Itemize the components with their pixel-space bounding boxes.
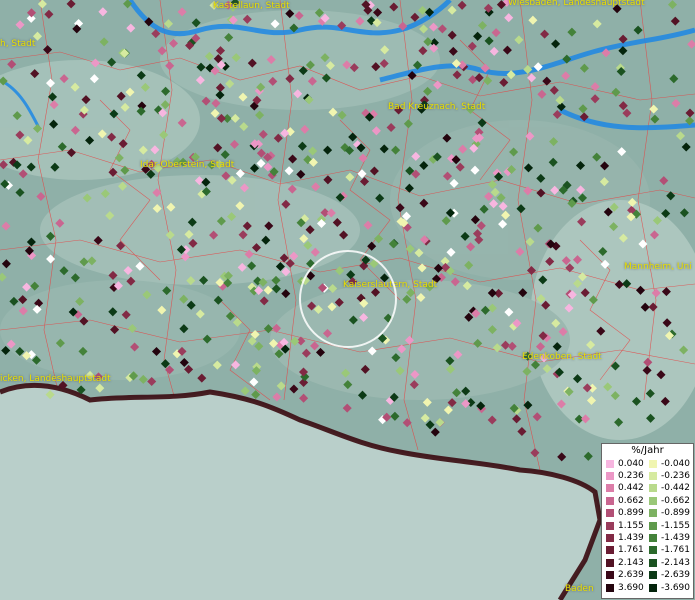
legend-swatch <box>606 533 614 542</box>
legend-swatch <box>649 533 657 542</box>
legend-label: -1.439 <box>661 532 691 543</box>
legend-swatch <box>649 484 657 493</box>
legend-entry: -0.442 <box>649 483 690 494</box>
legend-swatch <box>649 521 657 530</box>
legend-swatch <box>649 459 657 468</box>
city-label-mainz[interactable]: h, Stadt <box>0 39 35 49</box>
city-label-saarbruecken[interactable]: icken, Landeshauptstadt <box>0 374 111 384</box>
legend-label: -0.442 <box>661 483 691 494</box>
legend-swatch <box>649 496 657 505</box>
legend-label: 0.040 <box>618 458 644 469</box>
legend-swatch <box>649 583 657 592</box>
legend-label: -0.662 <box>661 495 691 506</box>
legend-label: -2.639 <box>661 570 691 581</box>
legend-label: 0.899 <box>618 508 644 519</box>
legend-entry: 1.439 <box>606 532 644 543</box>
legend-entry: 0.040 <box>606 458 644 469</box>
legend-label: 2.639 <box>618 570 644 581</box>
city-label-idar-oberstein[interactable]: Idar-Oberstein, Stadt <box>140 160 234 170</box>
legend-label: 0.236 <box>618 470 644 481</box>
legend-swatch <box>606 484 614 493</box>
legend-entry: 0.236 <box>606 470 644 481</box>
legend-swatch <box>649 471 657 480</box>
legend-entry: 0.899 <box>606 508 644 519</box>
legend-label: -0.236 <box>661 470 691 481</box>
legend-title: %/Jahr <box>631 445 664 456</box>
city-label-bad-kreuznach[interactable]: Bad Kreuznach, Stadt <box>388 102 485 112</box>
legend-entry: 1.155 <box>606 520 644 531</box>
legend-entry: -0.040 <box>649 458 690 469</box>
legend-swatch <box>606 583 614 592</box>
legend: %/Jahr 0.040 0.236 0.442 0.662 0.899 1.155 1.4… <box>601 443 694 599</box>
legend-swatch <box>606 571 614 580</box>
legend-label: -3.690 <box>661 582 691 593</box>
legend-swatch <box>606 521 614 530</box>
legend-swatch <box>649 546 657 555</box>
legend-entry: -0.662 <box>649 495 690 506</box>
legend-entry: -2.639 <box>649 570 690 581</box>
city-label-edenkoben[interactable]: Edenkoben, Stadt <box>522 352 602 362</box>
legend-entry: -2.143 <box>649 557 690 568</box>
legend-entry: 2.143 <box>606 557 644 568</box>
city-label-baden[interactable]: Baden <box>565 584 594 594</box>
legend-label: 1.761 <box>618 545 644 556</box>
legend-label: 0.442 <box>618 483 644 494</box>
legend-label: -2.143 <box>661 557 691 568</box>
selection-circle <box>299 250 397 348</box>
legend-swatch <box>606 459 614 468</box>
legend-swatch <box>649 509 657 518</box>
legend-swatch <box>606 496 614 505</box>
legend-label: -0.899 <box>661 508 691 519</box>
legend-entry: -1.439 <box>649 532 690 543</box>
legend-entry: 0.662 <box>606 495 644 506</box>
legend-swatch <box>606 471 614 480</box>
legend-entry: -3.690 <box>649 582 690 593</box>
legend-label: 1.155 <box>618 520 644 531</box>
legend-swatch <box>649 571 657 580</box>
legend-swatch <box>606 546 614 555</box>
legend-swatch <box>606 558 614 567</box>
legend-entry: 3.690 <box>606 582 644 593</box>
legend-entry: 1.761 <box>606 545 644 556</box>
city-label-wiesbaden[interactable]: Wiesbaden, Landeshauptstadt <box>508 0 645 8</box>
legend-swatch <box>649 558 657 567</box>
legend-label: 2.143 <box>618 557 644 568</box>
legend-entry: -1.155 <box>649 520 690 531</box>
legend-label: -1.761 <box>661 545 691 556</box>
legend-entry: 2.639 <box>606 570 644 581</box>
legend-entry: -0.236 <box>649 470 690 481</box>
legend-label: 1.439 <box>618 532 644 543</box>
legend-label: 0.662 <box>618 495 644 506</box>
city-label-kastellaun[interactable]: Kastellaun, Stadt <box>213 1 290 11</box>
legend-label: 3.690 <box>618 582 644 593</box>
legend-entry: -0.899 <box>649 508 690 519</box>
city-label-mannheim[interactable]: Mannheim, Uni <box>624 262 692 272</box>
legend-label: -1.155 <box>661 520 691 531</box>
legend-entry: 0.442 <box>606 483 644 494</box>
legend-entry: -1.761 <box>649 545 690 556</box>
legend-swatch <box>606 509 614 518</box>
legend-label: -0.040 <box>661 458 691 469</box>
